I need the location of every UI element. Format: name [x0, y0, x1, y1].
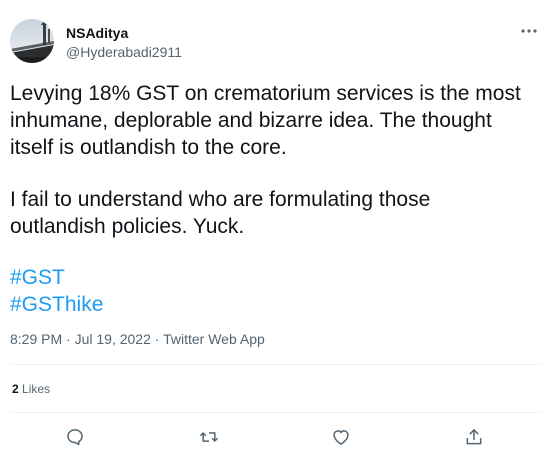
retweet-icon — [199, 432, 219, 442]
meta-separator: · — [66, 331, 71, 347]
retweet-button[interactable] — [198, 426, 220, 448]
hashtag-link[interactable]: #GSThike — [10, 291, 103, 318]
likes-count: 2 — [12, 382, 19, 396]
like-button[interactable] — [330, 426, 352, 448]
avatar-image — [10, 19, 54, 63]
tweet-text-line: itself is outlandish to the core. — [10, 136, 287, 159]
tweet-text-line: inhumane, deplorable and bizarre idea. T… — [10, 109, 492, 132]
tweet-source[interactable]: Twitter Web App — [163, 331, 265, 347]
tweet-meta: 8:29 PM · Jul 19, 2022 · Twitter Web App — [10, 331, 265, 347]
author-name[interactable]: NSAditya — [66, 25, 128, 41]
heart-icon — [333, 430, 349, 445]
tweet-text-line: outlandish policies. Yuck. — [10, 215, 245, 238]
more-horizontal-icon — [521, 29, 537, 33]
tweet-date[interactable]: Jul 19, 2022 — [75, 331, 151, 347]
author-handle[interactable]: @Hyderabadi2911 — [66, 44, 182, 60]
more-options-button[interactable] — [518, 22, 540, 40]
reply-icon — [67, 429, 83, 446]
divider — [10, 412, 540, 413]
tweet-text-line: I fail to understand who are formulating… — [10, 188, 431, 211]
avatar[interactable] — [10, 19, 54, 63]
hashtag-link[interactable]: #GST — [10, 264, 65, 291]
tweet-card: NSAditya @Hyderabadi2911 Levying 18% GST… — [0, 0, 547, 466]
share-icon — [466, 429, 482, 445]
likes-label: Likes — [22, 382, 51, 396]
meta-separator: · — [154, 331, 160, 347]
reply-button[interactable] — [64, 426, 86, 448]
share-button[interactable] — [463, 426, 485, 448]
likes-stat[interactable]: 2 Likes — [12, 382, 50, 396]
divider — [10, 364, 540, 365]
tweet-text-line: Levying 18% GST on crematorium services … — [10, 82, 521, 105]
tweet-time[interactable]: 8:29 PM — [10, 331, 62, 347]
